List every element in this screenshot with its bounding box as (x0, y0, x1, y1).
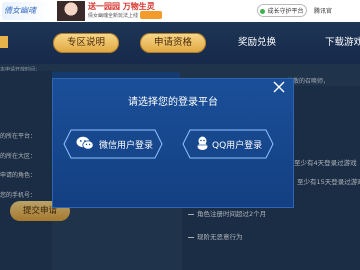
official-link[interactable]: 腾讯官 (314, 6, 332, 15)
nav-reward-exchange[interactable]: 奖励兑换 (229, 33, 285, 53)
green-dot-icon (260, 9, 266, 14)
nav-zone-intro[interactable]: 专区说明 (53, 33, 119, 53)
wechat-login-button[interactable]: 微信用户登录 (63, 129, 163, 159)
nav-apply-qualification[interactable]: 申请资格 (140, 33, 206, 53)
ad-subtext: 倩女幽魂全新玩法上线 (88, 13, 139, 19)
growth-guard-link[interactable]: 成长守护平台 (257, 4, 307, 17)
logo-text: 倩女幽魂 (4, 6, 36, 15)
nav-edge-icon (0, 36, 8, 48)
growth-label: 成长守护平台 (267, 8, 304, 15)
wechat-icon (76, 136, 94, 150)
top-ad-banner: 倩女幽魂 送一园园 万物生灵 倩女幽魂全新玩法上线 成长守护平台 腾讯官 (0, 0, 360, 22)
qq-login-label: QQ用户登录 (212, 141, 263, 151)
close-icon[interactable] (272, 80, 286, 94)
ad-button[interactable] (140, 11, 162, 19)
ad-character-image (57, 1, 85, 21)
modal-title: 请选择您的登录平台 (128, 97, 218, 108)
qq-penguin-icon (197, 136, 208, 150)
qq-login-button[interactable]: QQ用户登录 (182, 129, 274, 159)
game-logo[interactable]: 倩女幽魂 (2, 2, 52, 20)
main-nav: 专区说明 申请资格 奖励兑换 下载游戏 (0, 22, 360, 64)
nav-download-game[interactable]: 下载游戏 (316, 33, 360, 53)
wechat-login-label: 微信用户登录 (99, 141, 154, 151)
login-platform-modal: 请选择您的登录平台 微信用户登录 QQ用户登录 (52, 78, 294, 208)
